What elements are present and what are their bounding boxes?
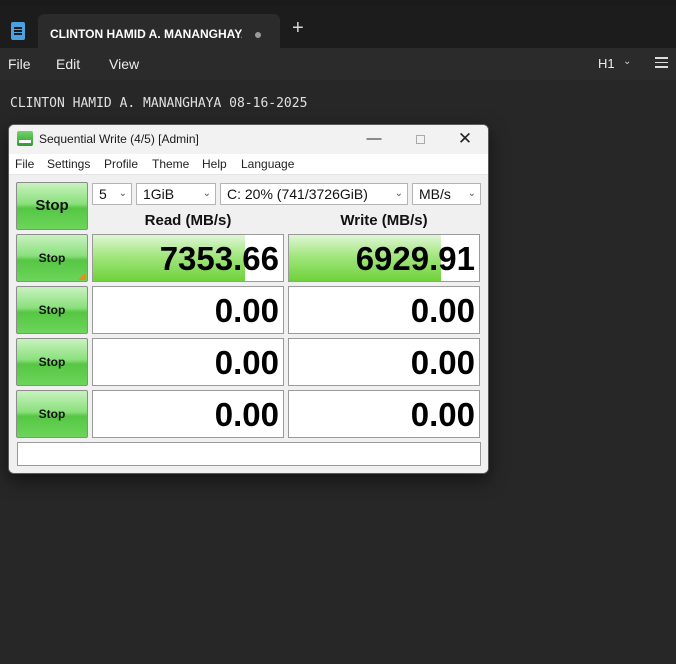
stop-button-row4[interactable]: Stop: [16, 390, 88, 438]
write-value-row1: 6929.91: [355, 240, 475, 277]
chevron-down-icon: ⌄: [394, 188, 403, 199]
cdm-menu-settings[interactable]: Settings: [47, 157, 90, 171]
tab-title: CLINTON HAMID A. MANANGHAYA: [50, 27, 242, 41]
chevron-down-icon: ⌄: [118, 188, 127, 199]
disk-icon: [17, 131, 33, 146]
cdm-menu-profile[interactable]: Profile: [104, 157, 138, 171]
write-result-row1: 6929.91: [288, 234, 480, 282]
count-value: 5: [99, 186, 107, 202]
cdm-window: Sequential Write (4/5) [Admin] — ✕ File …: [8, 124, 489, 474]
maximize-icon: [415, 134, 425, 144]
write-result-row4: 0.00: [288, 390, 480, 438]
cdm-title-bar[interactable]: Sequential Write (4/5) [Admin] — ✕: [9, 125, 488, 154]
stop-all-button[interactable]: Stop: [16, 182, 88, 230]
close-button[interactable]: ✕: [442, 125, 488, 154]
stop-button-row1[interactable]: Stop: [16, 234, 88, 282]
write-value-row4: 0.00: [410, 396, 475, 433]
cdm-menu-language[interactable]: Language: [241, 157, 294, 171]
size-value: 1GiB: [143, 186, 175, 202]
unit-value: MB/s: [419, 186, 451, 202]
read-value-row2: 0.00: [214, 292, 279, 329]
menu-view[interactable]: View: [109, 56, 139, 72]
count-select[interactable]: 5 ⌄: [92, 183, 132, 205]
read-value-row4: 0.00: [214, 396, 279, 433]
minimize-button[interactable]: —: [351, 125, 397, 154]
stop-button-row3[interactable]: Stop: [16, 338, 88, 386]
write-value-row2: 0.00: [410, 292, 475, 329]
read-result-row3: 0.00: [92, 338, 284, 386]
write-result-row2: 0.00: [288, 286, 480, 334]
menu-edit[interactable]: Edit: [56, 56, 80, 72]
cdm-window-title: Sequential Write (4/5) [Admin]: [39, 132, 199, 146]
size-select[interactable]: 1GiB ⌄: [136, 183, 216, 205]
write-value-row3: 0.00: [410, 344, 475, 381]
notepad-icon: [11, 22, 25, 40]
read-value-row3: 0.00: [214, 344, 279, 381]
cdm-menu-help[interactable]: Help: [202, 157, 227, 171]
drive-value: C: 20% (741/3726GiB): [227, 186, 368, 202]
read-result-row2: 0.00: [92, 286, 284, 334]
chevron-down-icon[interactable]: ⌄: [623, 56, 631, 67]
read-value-row1: 7353.66: [159, 240, 279, 277]
unsaved-dot-icon[interactable]: [255, 32, 261, 38]
progress-marker-icon: [78, 272, 86, 280]
document-text: CLINTON HAMID A. MANANGHAYA 08-16-2025: [10, 96, 308, 111]
cdm-menu-file[interactable]: File: [15, 157, 34, 171]
menu-file[interactable]: File: [8, 56, 31, 72]
unit-select[interactable]: MB/s ⌄: [412, 183, 481, 205]
tab-bar: CLINTON HAMID A. MANANGHAYA +: [0, 6, 676, 54]
read-result-row1: 7353.66: [92, 234, 284, 282]
cdm-body: Stop 5 ⌄ 1GiB ⌄ C: 20% (741/3726GiB) ⌄ MB/s…: [9, 175, 488, 473]
write-result-row3: 0.00: [288, 338, 480, 386]
menu-bar: File Edit View H1 ⌄: [0, 48, 676, 80]
drive-select[interactable]: C: 20% (741/3726GiB) ⌄: [220, 183, 408, 205]
list-icon[interactable]: [655, 57, 668, 68]
chevron-down-icon: ⌄: [202, 188, 211, 199]
read-header: Read (MB/s): [144, 212, 232, 229]
stop-button-row2[interactable]: Stop: [16, 286, 88, 334]
maximize-button[interactable]: [397, 125, 443, 154]
write-header: Write (MB/s): [340, 212, 428, 229]
stop-label: Stop: [38, 251, 66, 265]
cdm-menu-bar: File Settings Profile Theme Help Languag…: [9, 154, 488, 175]
new-tab-button[interactable]: +: [292, 18, 304, 38]
heading-select[interactable]: H1: [598, 56, 615, 71]
chevron-down-icon: ⌄: [467, 188, 476, 199]
comment-field[interactable]: [17, 442, 481, 466]
cdm-menu-theme[interactable]: Theme: [152, 157, 189, 171]
read-result-row4: 0.00: [92, 390, 284, 438]
